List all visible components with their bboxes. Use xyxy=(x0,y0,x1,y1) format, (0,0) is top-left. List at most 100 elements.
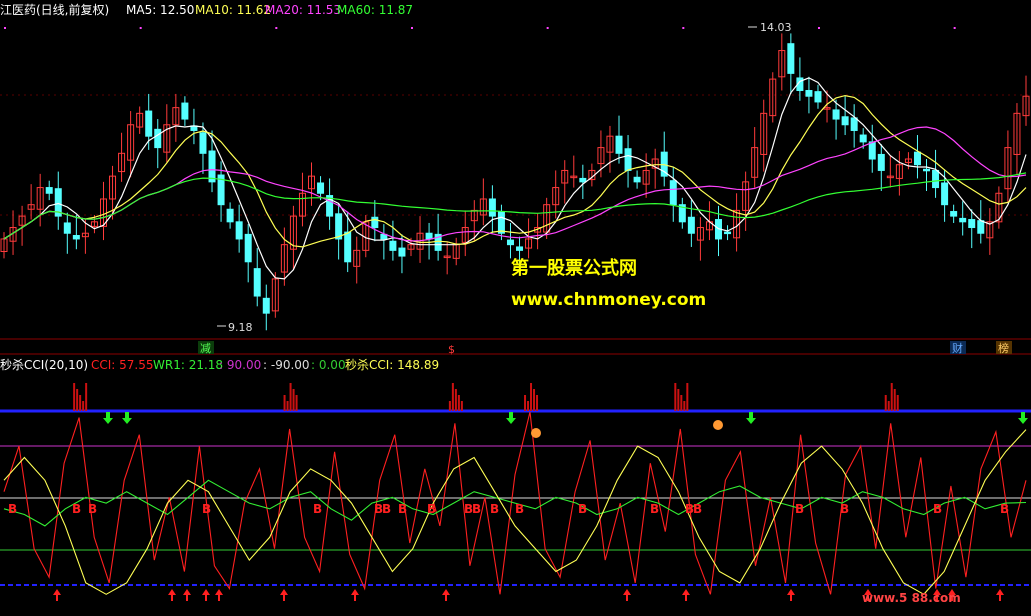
ma10-legend: MA10: 11.62 xyxy=(195,3,271,17)
candle-body xyxy=(226,208,234,223)
candle-body xyxy=(371,216,379,229)
candle-body xyxy=(814,91,822,103)
overbought-bar xyxy=(289,383,292,411)
overbought-bar xyxy=(457,395,460,411)
overbought-bar xyxy=(680,395,683,411)
buy-marker: B xyxy=(8,502,17,516)
buy-marker: B xyxy=(472,502,481,516)
overbought-bar xyxy=(884,395,887,411)
buy-marker: B xyxy=(398,502,407,516)
buy-marker: B xyxy=(72,502,81,516)
candle-body xyxy=(516,246,524,251)
overbought-bar xyxy=(896,395,899,411)
buy-marker: B xyxy=(490,502,499,516)
candle-body xyxy=(941,182,949,206)
event-badge-bang-label: 榜 xyxy=(998,341,1009,355)
overbought-bar xyxy=(460,401,463,411)
runner-icon xyxy=(713,420,723,430)
candle-body xyxy=(398,247,406,257)
overbought-bar xyxy=(448,401,451,411)
candle-body xyxy=(262,297,270,314)
buy-marker: B xyxy=(202,502,211,516)
candle-body xyxy=(805,90,813,97)
corner-watermark: www.5 88.com xyxy=(862,591,961,605)
buy-marker: B xyxy=(88,502,97,516)
event-badge-dollar[interactable]: $ xyxy=(448,343,455,356)
overbought-bar xyxy=(85,383,88,411)
candle-body xyxy=(335,213,343,240)
overbought-bar xyxy=(82,401,85,411)
overbought-bar xyxy=(674,383,677,411)
signal-dot xyxy=(817,27,820,29)
candle-body xyxy=(181,102,189,120)
overbought-bar xyxy=(536,395,539,411)
security-title: 江医药(日线,前复权) xyxy=(0,2,109,17)
candle-body xyxy=(932,169,940,189)
candle-body xyxy=(63,222,71,234)
candle-body xyxy=(877,153,885,171)
buy-marker: B xyxy=(933,502,942,516)
high-label: 14.03 xyxy=(760,21,792,34)
ma20-legend: MA20: 11.53 xyxy=(265,3,341,17)
overbought-bar xyxy=(887,401,890,411)
signal-dot xyxy=(410,27,413,29)
candle-body xyxy=(913,151,921,166)
overbought-bar xyxy=(890,383,893,411)
candle-body xyxy=(977,220,985,234)
buy-marker: B xyxy=(313,502,322,516)
overbought-bar xyxy=(524,395,527,411)
candle-body xyxy=(787,43,795,74)
candle-body xyxy=(868,141,876,160)
candle-body xyxy=(317,182,325,194)
wr-legend: WR1: 21.18 xyxy=(153,358,223,372)
buy-marker: B xyxy=(840,502,849,516)
candle-body xyxy=(923,168,931,172)
candle-body xyxy=(859,134,867,143)
indicator-title: 秒杀CCI(20,10) xyxy=(0,357,88,372)
candle-body xyxy=(235,221,243,240)
level-0-legend: : 0.00 xyxy=(311,358,346,372)
candle-body xyxy=(669,180,677,206)
buy-marker: B xyxy=(578,502,587,516)
signal-dot xyxy=(139,27,142,29)
buy-marker: B xyxy=(1000,502,1009,516)
candle-body xyxy=(841,116,849,126)
candle-body xyxy=(145,110,153,137)
watermark-url: www.chnmoney.com xyxy=(511,290,706,310)
buy-marker: B xyxy=(795,502,804,516)
signal-dot xyxy=(953,27,956,29)
candle-body xyxy=(253,268,261,297)
overbought-bar xyxy=(530,383,533,411)
candle-body xyxy=(45,187,53,194)
watermark-title: 第一股票公式网 xyxy=(511,257,637,279)
overbought-bar xyxy=(527,401,530,411)
candle-body xyxy=(506,239,514,246)
signal-dot xyxy=(682,27,685,29)
overbought-bar xyxy=(451,383,454,411)
candle-body xyxy=(344,231,352,263)
level-90-legend: : 90.00 xyxy=(219,358,261,372)
candle-body xyxy=(488,198,496,217)
chart-canvas[interactable]: 江医药(日线,前复权) MA5: 12.50 MA10: 11.62 MA20:… xyxy=(0,0,1031,612)
candle-body xyxy=(389,240,397,251)
candle-body xyxy=(244,233,252,263)
buy-marker: B xyxy=(693,502,702,516)
candle-body xyxy=(624,148,632,171)
ma5-legend: MA5: 12.50 xyxy=(126,3,194,17)
candle-body xyxy=(832,109,840,120)
candle-body xyxy=(850,117,858,131)
overbought-bar xyxy=(533,389,536,411)
candle-body xyxy=(497,211,505,234)
overbought-bar xyxy=(686,383,689,411)
runner-icon xyxy=(531,428,541,438)
overbought-bar xyxy=(73,383,76,411)
candle-body xyxy=(579,177,587,183)
buy-marker: B xyxy=(427,502,436,516)
signal-dot xyxy=(546,27,549,29)
candle-body xyxy=(72,235,80,240)
candle-body xyxy=(687,216,695,234)
overbought-bar xyxy=(283,395,286,411)
candle-body xyxy=(968,219,976,229)
buy-marker: B xyxy=(650,502,659,516)
candle-body xyxy=(425,232,433,240)
